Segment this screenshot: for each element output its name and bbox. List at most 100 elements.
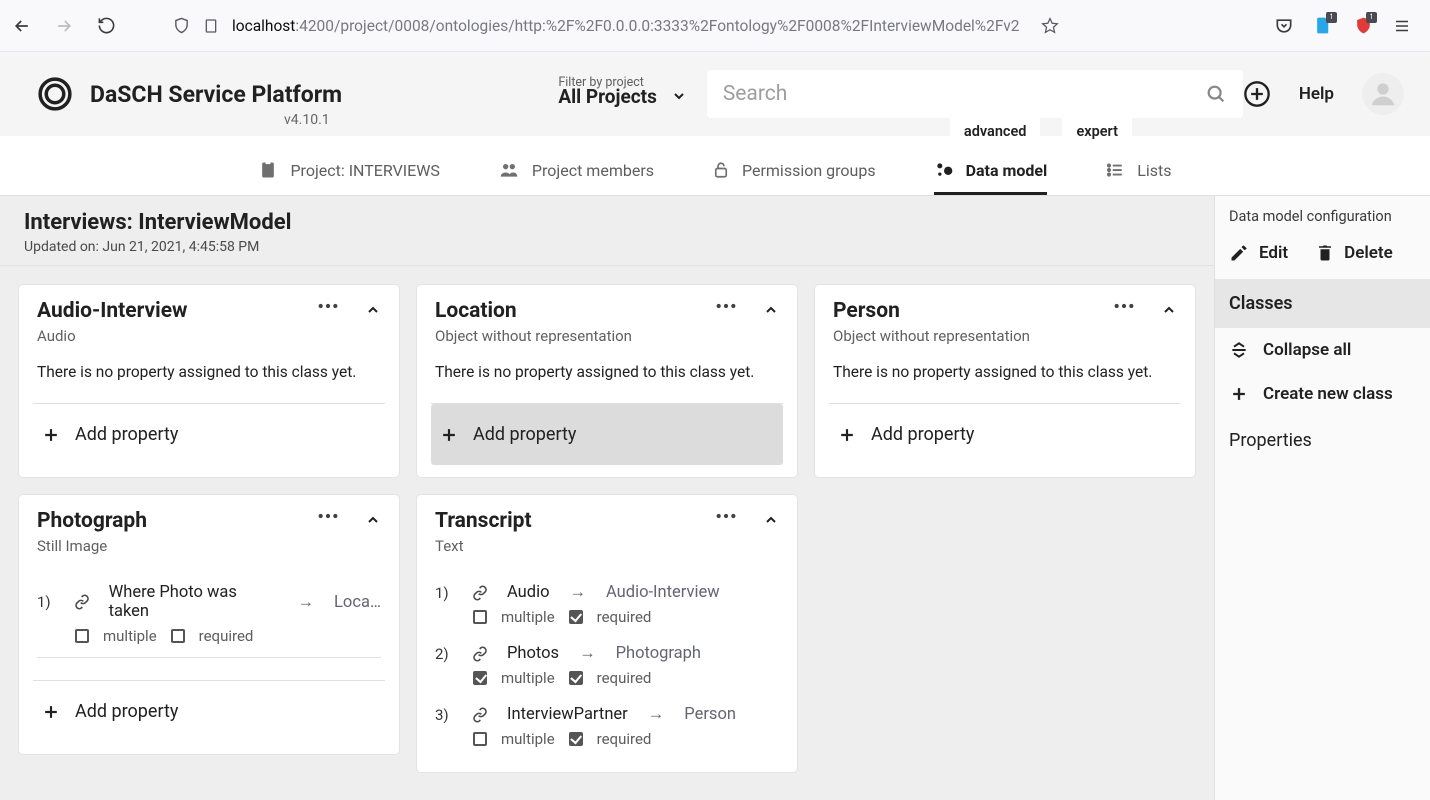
collapse-icon[interactable] bbox=[763, 302, 779, 318]
collapse-icon bbox=[1229, 340, 1249, 360]
edit-button[interactable]: Edit bbox=[1229, 243, 1288, 263]
class-title: Transcript bbox=[435, 509, 532, 533]
star-icon[interactable] bbox=[1041, 17, 1059, 35]
updated-text: Updated on: Jun 21, 2021, 4:45:58 PM bbox=[24, 239, 1190, 255]
tab-project[interactable]: Project: INTERVIEWS bbox=[258, 148, 439, 195]
url-text: localhost:4200/project/0008/ontologies/h… bbox=[232, 17, 1019, 35]
tab-members[interactable]: Project members bbox=[498, 148, 654, 195]
required-checkbox[interactable] bbox=[569, 671, 583, 685]
url-bar[interactable]: localhost:4200/project/0008/ontologies/h… bbox=[132, 17, 1258, 35]
avatar[interactable] bbox=[1362, 73, 1404, 115]
collapse-icon[interactable] bbox=[763, 512, 779, 528]
class-card: Audio-Interview Audio There is no proper… bbox=[18, 284, 400, 478]
property-row[interactable]: 2)Photos→Photograph multiplerequired bbox=[435, 638, 779, 699]
class-card: Person Object without representation The… bbox=[814, 284, 1196, 478]
class-subtype: Object without representation bbox=[435, 327, 632, 345]
collapse-all-button[interactable]: Collapse all bbox=[1215, 328, 1430, 372]
class-subtype: Still Image bbox=[37, 537, 147, 555]
app-header: DaSCH Service Platform v4.10.1 Filter by… bbox=[0, 52, 1430, 136]
cards-grid: Audio-Interview Audio There is no proper… bbox=[0, 266, 1214, 791]
property-row[interactable]: 3)InterviewPartner→Person multiplerequir… bbox=[435, 699, 779, 760]
class-title: Location bbox=[435, 299, 632, 323]
pencil-icon bbox=[1229, 243, 1249, 263]
extension-1-icon[interactable]: 1 bbox=[1312, 15, 1334, 37]
create-class-button[interactable]: Create new class bbox=[1215, 372, 1430, 416]
class-card: Photograph Still Image 1)Where Photo was… bbox=[18, 494, 400, 755]
browser-nav bbox=[12, 16, 116, 36]
menu-icon[interactable] bbox=[1392, 16, 1412, 36]
people-icon bbox=[498, 160, 520, 180]
search-modes: advanced expert bbox=[950, 117, 1132, 146]
search-input[interactable]: Search bbox=[707, 70, 1243, 118]
tab-permissions[interactable]: Permission groups bbox=[712, 148, 876, 195]
shield-icon bbox=[172, 17, 190, 35]
property-row[interactable]: 1)Audio→Audio-Interview multiplerequired bbox=[435, 577, 779, 638]
project-filter[interactable]: Filter by project All Projects bbox=[558, 81, 686, 108]
add-property-button[interactable]: Add property bbox=[829, 404, 1181, 465]
link-icon bbox=[469, 707, 491, 723]
class-subtype: Text bbox=[435, 537, 532, 555]
pocket-icon[interactable] bbox=[1274, 16, 1294, 36]
search-placeholder: Search bbox=[723, 82, 788, 106]
list-icon bbox=[1105, 161, 1125, 179]
property-row[interactable]: 1)Where Photo was taken→Loca… multiplere… bbox=[37, 577, 381, 658]
collapse-icon[interactable] bbox=[1161, 302, 1177, 318]
tab-datamodel[interactable]: Data model bbox=[934, 148, 1048, 195]
browser-right: 1 1 bbox=[1274, 15, 1418, 37]
class-title: Audio-Interview bbox=[37, 299, 187, 323]
required-checkbox[interactable] bbox=[569, 610, 583, 624]
empty-message: There is no property assigned to this cl… bbox=[37, 363, 381, 381]
delete-button[interactable]: Delete bbox=[1316, 243, 1393, 263]
page-icon bbox=[202, 17, 220, 35]
more-icon[interactable] bbox=[1113, 302, 1135, 318]
bubble-icon bbox=[934, 160, 954, 180]
sidebar-heading: Data model configuration bbox=[1215, 196, 1430, 237]
add-icon[interactable] bbox=[1243, 80, 1271, 108]
more-icon[interactable] bbox=[715, 512, 737, 528]
chevron-down-icon bbox=[671, 88, 687, 104]
collapse-icon[interactable] bbox=[365, 302, 381, 318]
required-checkbox[interactable] bbox=[171, 629, 185, 643]
expert-chip[interactable]: expert bbox=[1062, 117, 1132, 146]
multiple-checkbox[interactable] bbox=[473, 671, 487, 685]
link-icon bbox=[469, 585, 491, 601]
class-card: Location Object without representation T… bbox=[416, 284, 798, 478]
link-icon bbox=[71, 594, 93, 610]
class-title: Photograph bbox=[37, 509, 147, 533]
trash-icon bbox=[1316, 243, 1334, 263]
more-icon[interactable] bbox=[317, 512, 339, 528]
content: Interviews: InterviewModel Updated on: J… bbox=[0, 196, 1214, 800]
more-icon[interactable] bbox=[317, 302, 339, 318]
add-property-button[interactable]: Add property bbox=[33, 681, 385, 742]
required-checkbox[interactable] bbox=[569, 732, 583, 746]
lock-icon bbox=[712, 160, 730, 180]
sidebar-section-classes[interactable]: Classes bbox=[1215, 279, 1430, 328]
logo-block[interactable]: DaSCH Service Platform bbox=[34, 73, 342, 115]
class-subtype: Audio bbox=[37, 327, 187, 345]
multiple-checkbox[interactable] bbox=[473, 610, 487, 624]
version-text: v4.10.1 bbox=[284, 112, 330, 128]
add-property-button[interactable]: Add property bbox=[431, 404, 783, 465]
page-title: Interviews: InterviewModel bbox=[24, 210, 1190, 235]
help-link[interactable]: Help bbox=[1299, 84, 1334, 104]
multiple-checkbox[interactable] bbox=[473, 732, 487, 746]
extension-2-icon[interactable]: 1 bbox=[1352, 15, 1374, 37]
link-icon bbox=[469, 646, 491, 662]
advanced-chip[interactable]: advanced bbox=[950, 117, 1041, 146]
class-card: Transcript Text 1)Audio→Audio-Interview … bbox=[416, 494, 798, 773]
reload-icon[interactable] bbox=[96, 16, 116, 36]
forward-icon[interactable] bbox=[54, 16, 74, 36]
back-icon[interactable] bbox=[12, 16, 32, 36]
logo-icon bbox=[34, 73, 76, 115]
add-property-button[interactable]: Add property bbox=[33, 404, 385, 465]
multiple-checkbox[interactable] bbox=[75, 629, 89, 643]
empty-message: There is no property assigned to this cl… bbox=[833, 363, 1177, 381]
tab-lists[interactable]: Lists bbox=[1105, 148, 1171, 195]
clipboard-icon bbox=[258, 160, 278, 180]
main: Interviews: InterviewModel Updated on: J… bbox=[0, 196, 1430, 800]
collapse-icon[interactable] bbox=[365, 512, 381, 528]
heading-bar: Interviews: InterviewModel Updated on: J… bbox=[0, 196, 1214, 266]
search-icon[interactable] bbox=[1205, 83, 1227, 105]
more-icon[interactable] bbox=[715, 302, 737, 318]
sidebar-section-properties[interactable]: Properties bbox=[1215, 416, 1430, 465]
